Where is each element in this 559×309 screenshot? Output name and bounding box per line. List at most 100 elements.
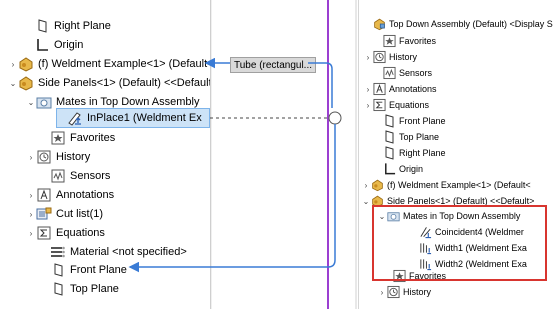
favorites-icon [50, 130, 66, 146]
tree-item-label: InPlace1 (Weldment Ex [87, 112, 202, 124]
pane-divider [355, 0, 357, 309]
origin-icon [34, 37, 50, 53]
tree-item-label: Equations [56, 227, 105, 239]
expand-toggle-icon[interactable]: › [361, 181, 371, 190]
expand-toggle-icon[interactable]: ⌄ [26, 98, 36, 107]
expand-toggle-icon[interactable]: › [363, 53, 373, 62]
tree-item-label: Favorites [70, 132, 116, 144]
tree-item-equations[interactable]: › Equations [26, 224, 105, 242]
tree-item-origin[interactable]: Origin [373, 161, 423, 177]
tree-item-annotations[interactable]: › Annotations [26, 186, 114, 204]
left-feature-tree: Right Plane Origin › (f) Weldment Example<1… [0, 0, 212, 309]
part-icon [371, 179, 384, 192]
tree-item-history[interactable]: › History [363, 49, 417, 65]
assembly-icon [373, 18, 386, 31]
expand-toggle-icon[interactable]: › [26, 191, 36, 200]
tree-item-origin[interactable]: Origin [24, 36, 83, 54]
tree-item-label: (f) Weldment Example<1> (Default< [387, 180, 531, 190]
tree-item-cut-list[interactable]: › Cut list(1) [26, 205, 103, 223]
tree-item-label: History [56, 151, 91, 163]
tree-item-front-plane[interactable]: Front Plane [373, 113, 446, 129]
plane-icon [383, 114, 396, 128]
graphics-area[interactable] [212, 0, 358, 309]
equations-icon [373, 98, 386, 112]
sensors-icon [50, 168, 66, 184]
tree-item-label: Top Plane [70, 283, 119, 295]
history-icon [373, 50, 386, 64]
plane-icon [383, 146, 396, 160]
tree-item-label: Favorites [399, 36, 437, 46]
plane-icon [383, 130, 396, 144]
tree-item-right-plane[interactable]: Right Plane [24, 17, 111, 35]
tree-item-label: Right Plane [399, 148, 446, 158]
tube-tooltip: Tube (rectangul... [230, 57, 317, 73]
expand-toggle-icon[interactable]: ⌄ [8, 79, 18, 88]
tree-item-label: History [389, 52, 418, 62]
expand-toggle-icon[interactable]: › [26, 210, 36, 219]
tree-item-top-down-assembly[interactable]: Top Down Assembly (Default) <Display S [363, 16, 553, 32]
tree-item-history-2[interactable]: › History [377, 284, 431, 300]
tooltip-label: Tube (rectangul... [234, 59, 313, 71]
part-icon [18, 56, 34, 72]
tree-item-label: History [403, 287, 432, 297]
equations-icon [36, 225, 52, 241]
history-icon [36, 149, 52, 165]
tree-item-top-plane[interactable]: Top Plane [40, 280, 119, 298]
tree-item-label: Front Plane [399, 116, 446, 126]
mates-folder-icon [36, 94, 52, 110]
expand-toggle-icon[interactable]: › [363, 101, 373, 110]
tree-item-favorites[interactable]: Favorites [373, 33, 436, 49]
tree-item-equations[interactable]: › Equations [363, 97, 429, 113]
expand-toggle-icon[interactable]: › [26, 153, 36, 162]
tree-item-right-plane[interactable]: Right Plane [373, 145, 446, 161]
annotations-icon [36, 187, 52, 203]
tree-item-label: Mates in Top Down Assembly [56, 96, 200, 108]
tree-item-label: Cut list(1) [56, 208, 104, 220]
tree-item-label: Annotations [56, 189, 115, 201]
tree-item-label: Top Plane [399, 132, 440, 142]
expand-toggle-icon[interactable]: › [377, 288, 387, 297]
tree-item-label: Equations [389, 100, 430, 110]
origin-icon [383, 163, 396, 176]
tree-item-top-plane[interactable]: Top Plane [373, 129, 439, 145]
tree-item-label: Origin [399, 164, 424, 174]
tree-item-sensors[interactable]: Sensors [40, 167, 110, 185]
tree-item-label: Right Plane [54, 20, 111, 32]
cut-list-icon [36, 206, 52, 222]
tree-item-history[interactable]: › History [26, 148, 90, 166]
plane-icon [50, 262, 66, 278]
tree-item-label: Material <not specified> [70, 246, 187, 258]
history-icon [387, 285, 400, 299]
tree-item-label: Side Panels<1> (Default) <<Default> [38, 77, 212, 89]
purple-guide-line [327, 0, 329, 309]
plane-icon [50, 281, 66, 297]
tree-item-weldment-example[interactable]: › (f) Weldment Example<1> (Default< [8, 55, 212, 73]
favorites-icon [383, 34, 396, 48]
tree-item-side-panels[interactable]: ⌄ Side Panels<1> (Default) <<Default> [8, 74, 212, 92]
tree-item-weldment-example[interactable]: › (f) Weldment Example<1> (Default< [361, 177, 531, 193]
tree-item-material[interactable]: Material <not specified> [40, 243, 187, 261]
mates-highlight-box [372, 205, 547, 281]
material-icon [50, 244, 66, 260]
tree-item-label: Front Plane [70, 264, 127, 276]
expand-toggle-icon[interactable]: › [8, 60, 18, 69]
inplace-mate-icon [67, 110, 83, 126]
expand-toggle-icon[interactable]: › [363, 85, 373, 94]
tree-item-sensors[interactable]: Sensors [373, 65, 432, 81]
expand-toggle-icon[interactable]: › [26, 229, 36, 238]
tree-item-label: Top Down Assembly (Default) <Display S [389, 19, 553, 29]
expand-toggle-icon[interactable]: ⌄ [361, 197, 371, 206]
tree-item-label: Sensors [70, 170, 111, 182]
annotations-icon [373, 82, 386, 96]
tree-item-label: Origin [54, 39, 84, 51]
tree-item-front-plane[interactable]: Front Plane [40, 261, 127, 279]
plane-icon [34, 18, 50, 34]
tree-item-label: (f) Weldment Example<1> (Default< [38, 58, 212, 70]
sensors-icon [383, 66, 396, 80]
tree-item-favorites[interactable]: Favorites [40, 129, 115, 147]
tree-item-label: Annotations [389, 84, 437, 94]
part-icon [18, 75, 34, 91]
tree-item-inplace1[interactable]: InPlace1 (Weldment Ex [56, 108, 210, 128]
tree-item-annotations[interactable]: › Annotations [363, 81, 437, 97]
tree-item-label: Sensors [399, 68, 433, 78]
